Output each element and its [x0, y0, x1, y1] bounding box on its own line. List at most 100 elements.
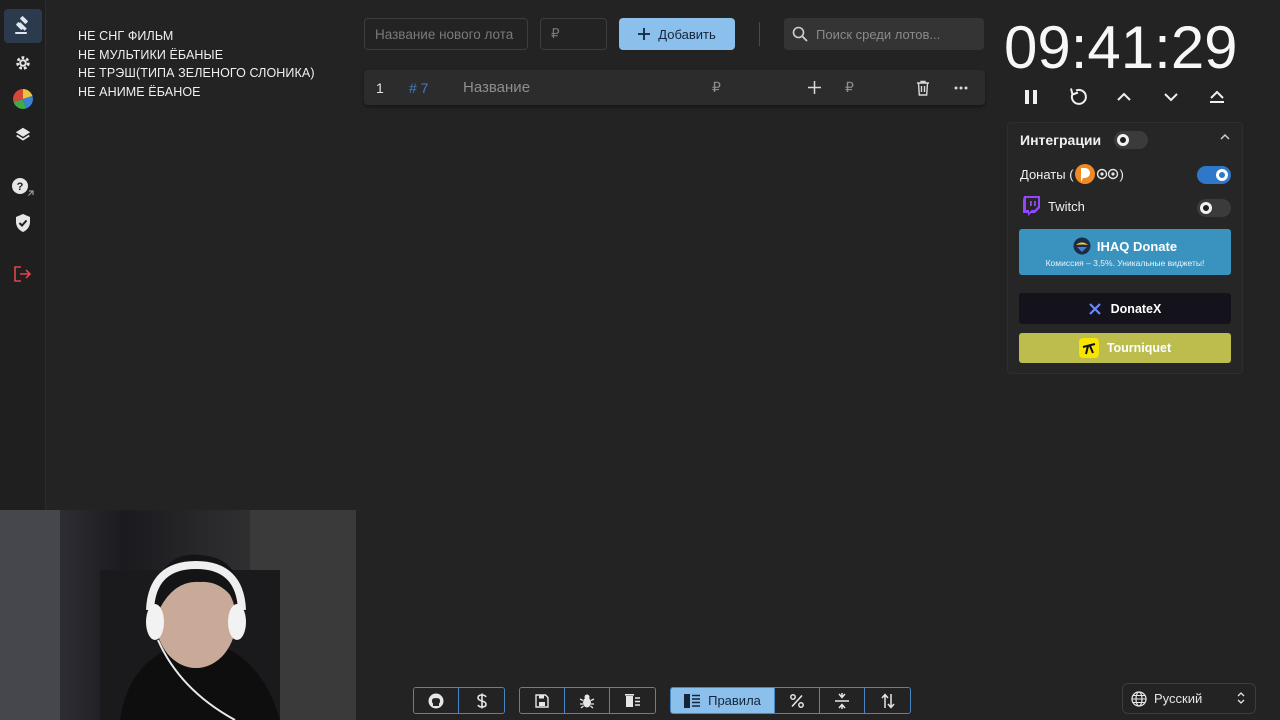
sidebar-item-settings[interactable] — [4, 46, 42, 80]
lot-search-input[interactable]: Поиск среди лотов... — [784, 18, 984, 50]
donations-label-prefix: Донаты ( — [1020, 166, 1074, 182]
lot-add-amount-button[interactable] — [808, 70, 821, 105]
plus-icon — [808, 81, 821, 94]
twitch-icon — [1023, 196, 1040, 216]
timer-decrease-button[interactable] — [1158, 84, 1184, 110]
new-lot-amount-input[interactable]: ₽ — [540, 18, 607, 50]
bug-report-button[interactable] — [565, 688, 610, 713]
sidebar-item-logout[interactable] — [4, 257, 42, 291]
lot-add-amount-input[interactable]: ₽ — [845, 70, 854, 105]
percent-icon — [790, 693, 804, 708]
lot-amount-input[interactable]: ₽ — [712, 70, 721, 105]
tourniquet-button[interactable]: Tourniquet — [1019, 333, 1231, 363]
ihaq-logo-icon — [1073, 237, 1091, 255]
toggle-knob — [1200, 202, 1212, 214]
github-button[interactable] — [414, 688, 459, 713]
rules-text: НЕ СНГ ФИЛЬМ НЕ МУЛЬТИКИ ЁБАНЫЕ НЕ ТРЭШ(… — [78, 27, 348, 102]
add-lot-button[interactable]: Добавить — [619, 18, 735, 50]
integrations-panel: Интеграции Донаты ( ) Twitch IHAQ Donate… — [1007, 122, 1243, 374]
ihaq-donate-button[interactable]: IHAQ Donate Комиссия – 3,5%. Уникальные … — [1019, 229, 1231, 275]
bottom-group-links — [413, 687, 505, 714]
language-select[interactable]: Русский — [1122, 683, 1256, 714]
pause-button[interactable] — [1018, 84, 1044, 110]
rules-panel-icon — [684, 693, 701, 708]
chevron-down-icon — [1164, 93, 1178, 102]
sort-arrows-icon — [880, 692, 895, 709]
twitch-toggle[interactable] — [1197, 199, 1231, 217]
timer-increase-button[interactable] — [1111, 84, 1137, 110]
twitch-label-text: Twitch — [1048, 198, 1085, 214]
rules-line: НЕ ТРЭШ(ТИПА ЗЕЛЕНОГО СЛОНИКА) — [78, 66, 315, 81]
sidebar-item-wheel[interactable] — [4, 82, 42, 116]
new-lot-name-input[interactable]: Название нового лота — [364, 18, 528, 50]
donatex-logo-icon — [1088, 302, 1101, 315]
sidebar: ? — [0, 0, 46, 510]
tourniquet-title: Tourniquet — [1106, 341, 1172, 355]
new-lot-name-placeholder: Название нового лота — [375, 26, 514, 42]
logout-icon — [14, 266, 32, 282]
clear-lots-button[interactable] — [610, 688, 655, 713]
lot-delete-button[interactable] — [916, 70, 930, 105]
timer-double-increase-button[interactable] — [1204, 84, 1230, 110]
lot-name-input[interactable]: Название — [463, 70, 530, 105]
lot-index: 1 — [376, 79, 384, 96]
new-lot-amount-placeholder: ₽ — [551, 26, 560, 41]
plus-icon — [638, 28, 651, 40]
donations-label-suffix: ) — [1119, 166, 1124, 182]
more-horizontal-icon — [954, 86, 968, 89]
webcam-overlay — [0, 510, 356, 720]
rules-line: НЕ МУЛЬТИКИ ЁБАНЫЕ — [78, 47, 224, 62]
trash-list-icon — [624, 693, 640, 707]
donatepay-logo-icon — [1096, 168, 1118, 180]
ihaq-title-row: IHAQ Donate — [1019, 237, 1231, 255]
save-icon — [535, 693, 549, 708]
lot-more-button[interactable] — [954, 70, 968, 105]
sidebar-item-privacy[interactable] — [4, 206, 42, 240]
sidebar-item-layers[interactable] — [4, 118, 42, 152]
toggle-knob — [1117, 134, 1129, 146]
gear-icon — [16, 56, 30, 70]
chevron-up-icon — [1117, 92, 1131, 101]
bottom-group-view: Правила — [670, 687, 911, 714]
webcam-image — [0, 510, 356, 720]
sidebar-item-auction[interactable] — [4, 9, 42, 43]
language-selected: Русский — [1154, 691, 1203, 706]
collapse-vertical-icon — [835, 692, 849, 709]
search-icon — [792, 26, 808, 42]
save-button[interactable] — [520, 688, 565, 713]
lot-row: 1 # 7 Название ₽ ₽ — [364, 70, 985, 105]
rules-line: НЕ АНИМЕ ЁБАНОЕ — [78, 85, 201, 100]
help-icon: ? — [12, 178, 34, 196]
percent-button[interactable] — [775, 688, 820, 713]
rules-button[interactable]: Правила — [671, 688, 775, 713]
gavel-icon — [15, 16, 28, 34]
ihaq-subtitle: Комиссия – 3,5%. Уникальные виджеты! — [1045, 258, 1205, 268]
bug-icon — [579, 694, 595, 709]
integrations-toggle[interactable] — [1114, 131, 1148, 149]
donatex-button[interactable]: DonateX — [1019, 293, 1231, 324]
donations-toggle[interactable] — [1197, 166, 1231, 184]
twitch-label: Twitch — [1020, 195, 1085, 217]
sort-button[interactable] — [865, 688, 910, 713]
rules-button-label: Правила — [708, 693, 761, 708]
wheel-icon — [13, 89, 33, 109]
donate-button[interactable] — [459, 688, 504, 713]
reset-timer-button[interactable] — [1065, 84, 1091, 110]
timer-display: 09:41:29 — [1004, 14, 1238, 81]
integrations-title: Интеграции — [1020, 132, 1102, 148]
chevron-up-bar-icon — [1210, 90, 1224, 103]
trash-icon — [917, 80, 929, 96]
dollar-icon — [476, 693, 487, 708]
compact-view-button[interactable] — [820, 688, 865, 713]
donatex-title: DonateX — [1110, 301, 1162, 316]
donations-label: Донаты ( ) — [1020, 163, 1124, 185]
reset-icon — [1070, 88, 1087, 105]
chevron-up-icon[interactable] — [1220, 133, 1230, 141]
pause-icon — [1025, 90, 1037, 104]
sidebar-item-help[interactable]: ? — [4, 170, 42, 204]
donationalerts-logo-icon — [1074, 164, 1095, 184]
ihaq-title: IHAQ Donate — [1096, 238, 1178, 254]
toolbar-divider — [759, 22, 760, 46]
lot-id[interactable]: # 7 — [409, 70, 428, 105]
bottom-group-data — [519, 687, 656, 714]
